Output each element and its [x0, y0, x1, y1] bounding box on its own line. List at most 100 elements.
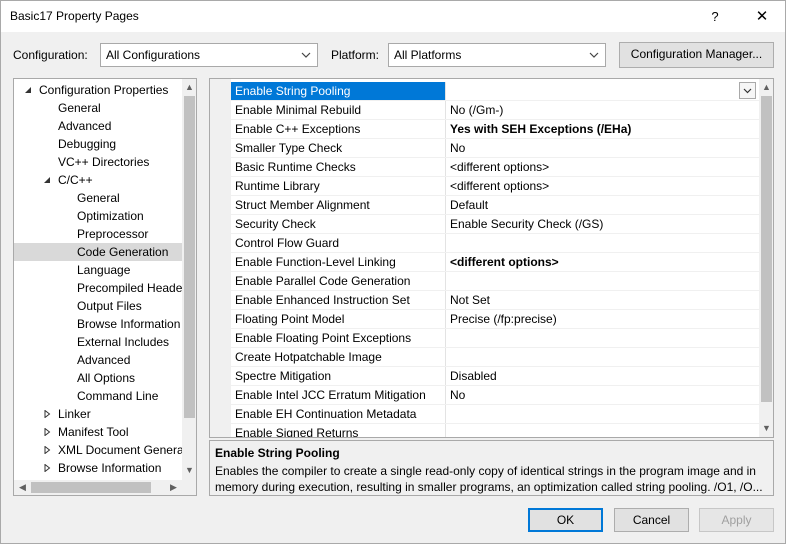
tree-item[interactable]: General: [14, 99, 182, 117]
tree-item[interactable]: Preprocessor: [14, 225, 182, 243]
tree-item[interactable]: Advanced: [14, 117, 182, 135]
help-button[interactable]: ?: [695, 4, 735, 30]
property-row[interactable]: Enable Floating Point Exceptions: [231, 329, 759, 348]
property-row[interactable]: Enable String Pooling: [231, 82, 759, 101]
property-value[interactable]: <different options>: [450, 253, 750, 271]
property-row[interactable]: Enable Intel JCC Erratum Mitigation No: [231, 386, 759, 405]
grid-vertical-scrollbar[interactable]: ▲ ▼: [759, 79, 773, 437]
property-value[interactable]: [450, 329, 750, 347]
tree-item[interactable]: Advanced: [14, 351, 182, 369]
close-button[interactable]: ✕: [742, 4, 782, 30]
scroll-right-arrow-icon[interactable]: ▶: [166, 480, 181, 495]
property-row[interactable]: Security Check Enable Security Check (/GS…: [231, 215, 759, 234]
property-row[interactable]: Enable Signed Returns: [231, 424, 759, 437]
property-row[interactable]: Enable Enhanced Instruction Set Not Set: [231, 291, 759, 310]
property-row[interactable]: Enable Minimal Rebuild No (/Gm-): [231, 101, 759, 120]
property-row[interactable]: Create Hotpatchable Image: [231, 348, 759, 367]
property-value[interactable]: Default: [450, 196, 750, 214]
property-name: Control Flow Guard: [231, 234, 446, 252]
property-value[interactable]: [450, 234, 750, 252]
property-value[interactable]: No: [450, 139, 750, 157]
platform-dropdown[interactable]: All Platforms: [388, 43, 606, 67]
tree-item[interactable]: Code Generation: [14, 243, 182, 261]
title-bar: Basic17 Property Pages ? ✕: [1, 1, 785, 32]
property-value[interactable]: Yes with SEH Exceptions (/EHa): [450, 120, 750, 138]
scroll-up-arrow-icon[interactable]: ▲: [759, 80, 773, 95]
ok-button[interactable]: OK: [528, 508, 603, 532]
property-row[interactable]: Enable Function-Level Linking <different …: [231, 253, 759, 272]
property-value[interactable]: No (/Gm-): [450, 101, 750, 119]
property-value[interactable]: No: [450, 386, 750, 404]
property-row[interactable]: Runtime Library <different options>: [231, 177, 759, 196]
property-value[interactable]: Not Set: [450, 291, 750, 309]
property-value[interactable]: Enable Security Check (/GS): [450, 215, 750, 233]
scrollbar-thumb[interactable]: [761, 96, 772, 402]
tree-item[interactable]: C/C++: [14, 171, 182, 189]
chevron-down-icon: [301, 52, 311, 58]
configuration-dropdown[interactable]: All Configurations: [100, 43, 318, 67]
scroll-down-arrow-icon[interactable]: ▼: [759, 421, 773, 436]
configuration-manager-button[interactable]: Configuration Manager...: [619, 42, 774, 68]
apply-button[interactable]: Apply: [699, 508, 774, 532]
tree-item[interactable]: Optimization: [14, 207, 182, 225]
property-value[interactable]: <different options>: [450, 177, 750, 195]
tree-item[interactable]: All Options: [14, 369, 182, 387]
tree-item[interactable]: VC++ Directories: [14, 153, 182, 171]
tree-item-label: Manifest Tool: [58, 425, 129, 439]
tree-item[interactable]: XML Document Genera: [14, 441, 184, 459]
tree-vertical-scrollbar[interactable]: ▲ ▼: [182, 79, 196, 480]
tree-item[interactable]: Output Files: [14, 297, 182, 315]
property-row[interactable]: Basic Runtime Checks <different options>: [231, 158, 759, 177]
scroll-down-arrow-icon[interactable]: ▼: [182, 463, 196, 478]
scroll-up-arrow-icon[interactable]: ▲: [182, 80, 196, 95]
property-value[interactable]: [450, 405, 750, 423]
property-name: Enable String Pooling: [231, 82, 446, 100]
tree-item[interactable]: Precompiled Heade: [14, 279, 182, 297]
tree-item[interactable]: General: [14, 189, 182, 207]
scroll-corner: [182, 480, 196, 495]
tree-item-label: Code Generation: [77, 245, 169, 259]
tree-item[interactable]: Command Line: [14, 387, 182, 405]
property-name: Enable Floating Point Exceptions: [231, 329, 446, 347]
tree-item[interactable]: Linker: [14, 405, 182, 423]
property-name: Struct Member Alignment: [231, 196, 446, 214]
tree-item[interactable]: External Includes: [14, 333, 182, 351]
expanded-triangle-icon[interactable]: [24, 86, 32, 94]
tree-item[interactable]: Language: [14, 261, 182, 279]
property-row[interactable]: Floating Point Model Precise (/fp:precise…: [231, 310, 759, 329]
property-row[interactable]: Enable Parallel Code Generation: [231, 272, 759, 291]
collapsed-triangle-icon[interactable]: [43, 446, 51, 454]
property-row[interactable]: Struct Member Alignment Default: [231, 196, 759, 215]
tree-item[interactable]: Browse Information: [14, 315, 182, 333]
property-row[interactable]: Enable EH Continuation Metadata: [231, 405, 759, 424]
scrollbar-thumb[interactable]: [184, 96, 195, 418]
scrollbar-thumb[interactable]: [31, 482, 151, 493]
property-value[interactable]: Precise (/fp:precise): [450, 310, 750, 328]
cancel-button[interactable]: Cancel: [614, 508, 689, 532]
property-value[interactable]: [450, 272, 750, 290]
property-row[interactable]: Smaller Type Check No: [231, 139, 759, 158]
tree-item[interactable]: Debugging: [14, 135, 182, 153]
property-row[interactable]: Enable C++ Exceptions Yes with SEH Except…: [231, 120, 759, 139]
expanded-triangle-icon[interactable]: [43, 176, 51, 184]
collapsed-triangle-icon[interactable]: [43, 410, 51, 418]
property-value[interactable]: [450, 424, 750, 437]
scroll-left-arrow-icon[interactable]: ◀: [15, 480, 30, 495]
tree-item-label: Language: [77, 263, 131, 277]
property-row[interactable]: Control Flow Guard: [231, 234, 759, 253]
property-value[interactable]: [450, 348, 750, 366]
property-value[interactable]: [450, 82, 750, 100]
property-value[interactable]: <different options>: [450, 158, 750, 176]
property-name: Enable Intel JCC Erratum Mitigation: [231, 386, 446, 404]
property-row[interactable]: Spectre Mitigation Disabled: [231, 367, 759, 386]
tree-horizontal-scrollbar[interactable]: ◀ ▶: [14, 480, 182, 495]
collapsed-triangle-icon[interactable]: [43, 464, 51, 472]
property-value[interactable]: Disabled: [450, 367, 750, 385]
value-dropdown-button[interactable]: [739, 82, 756, 99]
tree-item[interactable]: Browse Information: [14, 459, 182, 477]
tree-item[interactable]: Manifest Tool: [14, 423, 182, 441]
collapsed-triangle-icon[interactable]: [43, 428, 51, 436]
tree-item[interactable]: Configuration Properties: [14, 81, 182, 99]
property-name: Enable C++ Exceptions: [231, 120, 446, 138]
property-name: Enable Parallel Code Generation: [231, 272, 446, 290]
